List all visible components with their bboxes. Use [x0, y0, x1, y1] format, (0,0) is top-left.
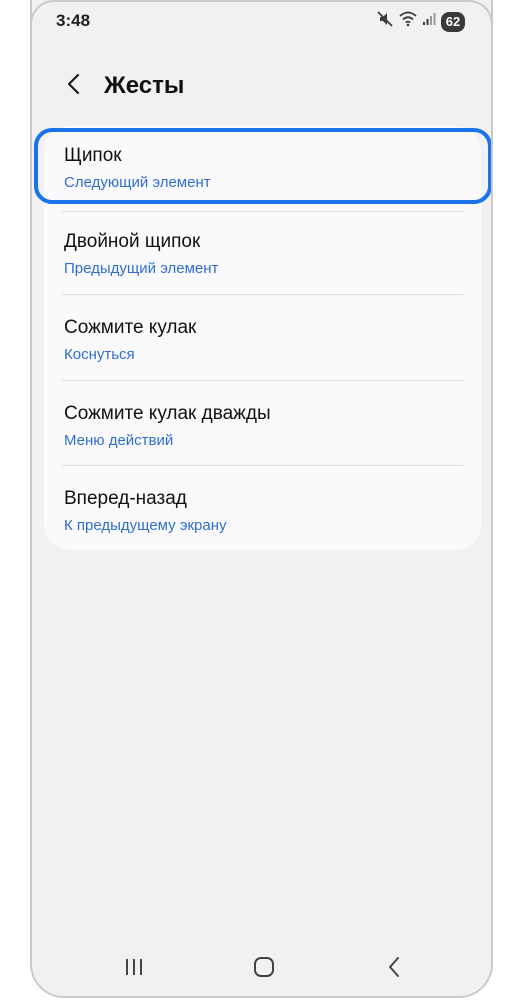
item-title: Двойной щипок [64, 231, 201, 252]
list-item-pinch[interactable]: Щипок Следующий элемент [44, 126, 481, 211]
item-action: Следующий элемент [64, 174, 211, 191]
phone-screen: 3:48 62 Жесты Щипок Следующий элемент Дв… [30, 0, 493, 998]
item-title: Щипок [64, 145, 122, 166]
list-item-double-fist[interactable]: Сожмите кулак дважды Меню действий [44, 384, 481, 469]
home-button[interactable] [246, 954, 282, 984]
recents-button[interactable] [116, 954, 152, 984]
mute-icon [376, 10, 394, 33]
back-icon [386, 956, 402, 983]
list-item-back-and-forth[interactable]: Вперед-назад К предыдущему экрану [44, 469, 481, 554]
divider [62, 380, 463, 381]
nav-back-button[interactable] [376, 954, 412, 984]
item-title: Сожмите кулак дважды [64, 403, 271, 424]
list-item-fist[interactable]: Сожмите кулак Коснуться [44, 298, 481, 383]
item-action: Коснуться [64, 346, 135, 363]
gestures-list: Щипок Следующий элемент Двойной щипок Пр… [44, 126, 481, 550]
status-time: 3:48 [56, 11, 91, 30]
item-title: Вперед-назад [64, 488, 187, 509]
divider [62, 465, 463, 466]
signal-icon [422, 12, 436, 31]
recents-icon [123, 957, 145, 982]
item-title: Сожмите кулак [64, 317, 197, 338]
status-bar: 3:48 62 [32, 0, 491, 44]
item-action: Меню действий [64, 432, 174, 449]
header: Жесты [32, 60, 491, 112]
battery-icon: 62 [441, 11, 465, 32]
navigation-bar [32, 942, 491, 996]
item-action: Предыдущий элемент [64, 260, 219, 277]
wifi-icon [399, 11, 417, 32]
chevron-left-icon [66, 72, 82, 101]
page-title: Жесты [104, 72, 185, 99]
back-button[interactable] [58, 70, 90, 102]
status-icons: 62 [376, 10, 465, 33]
list-item-double-pinch[interactable]: Двойной щипок Предыдущий элемент [44, 212, 481, 297]
divider [62, 294, 463, 295]
home-icon [253, 956, 275, 983]
item-action: К предыдущему экрану [64, 517, 227, 534]
